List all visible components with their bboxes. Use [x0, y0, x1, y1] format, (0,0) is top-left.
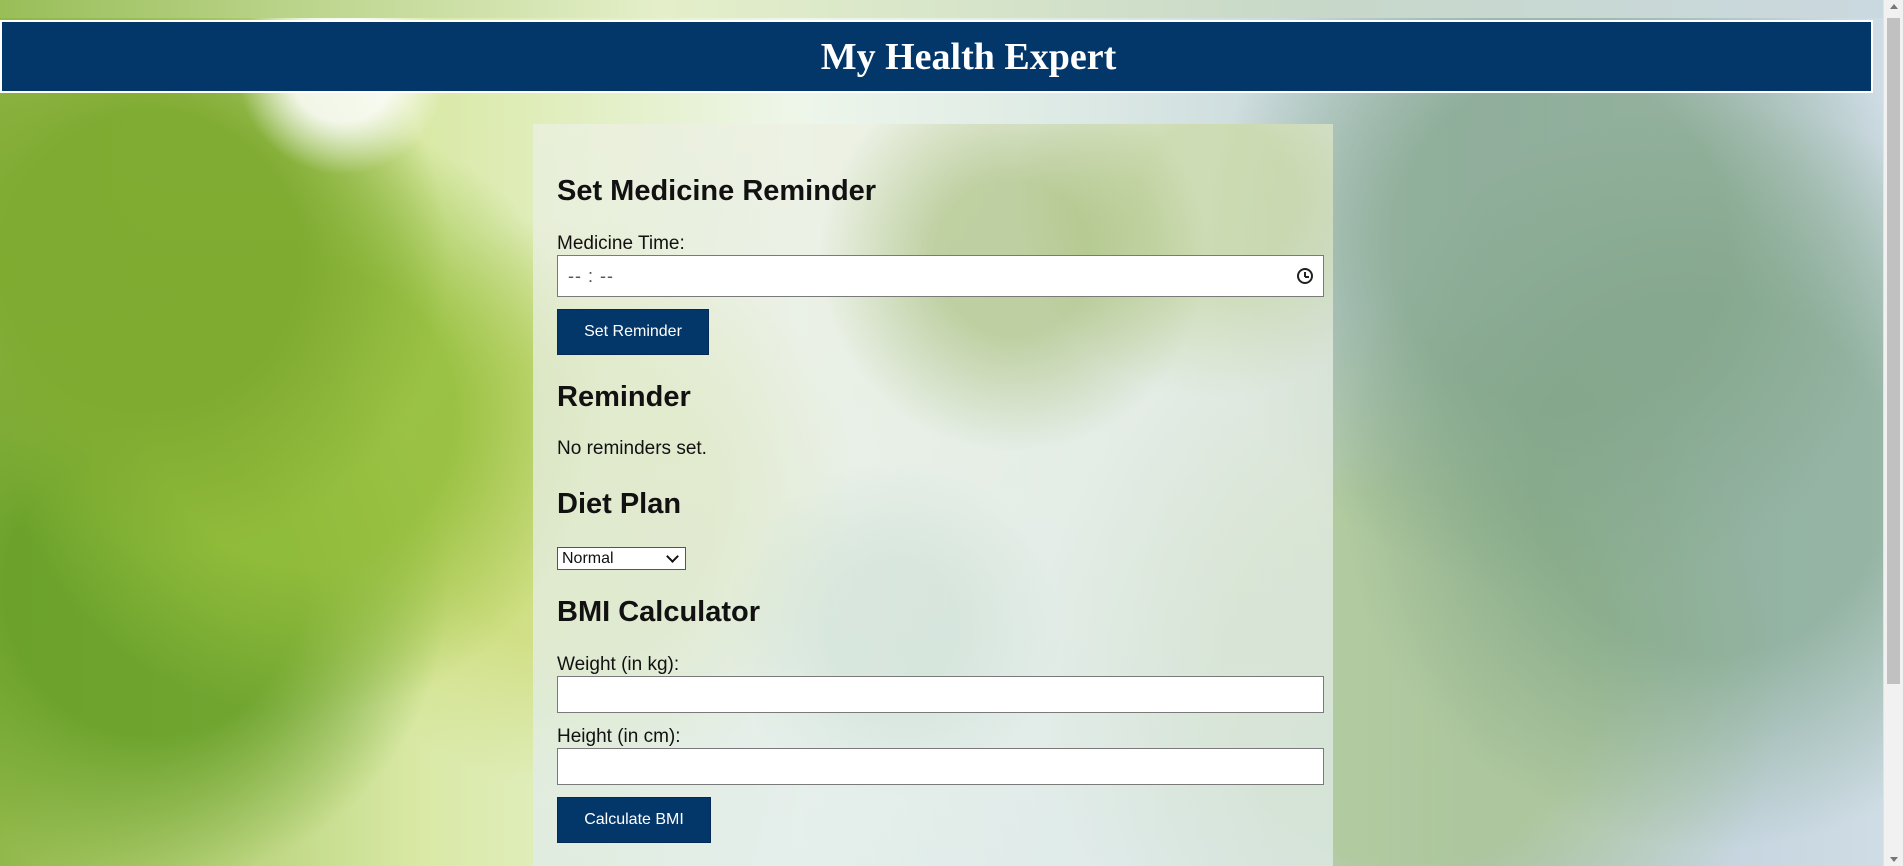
- diet-plan-selected-option: Normal: [562, 549, 614, 567]
- height-label: Height (in cm):: [557, 726, 681, 747]
- bmi-calculator-heading: BMI Calculator: [557, 596, 761, 628]
- medicine-time-input[interactable]: -- : --: [557, 255, 1324, 297]
- diet-plan-heading: Diet Plan: [557, 488, 682, 520]
- vertical-scrollbar[interactable]: [1883, 0, 1903, 866]
- chevron-up-icon[interactable]: [1890, 4, 1898, 9]
- weight-input[interactable]: [557, 676, 1324, 713]
- chevron-down-icon[interactable]: [1890, 857, 1898, 862]
- diet-plan-select[interactable]: Normal: [557, 547, 686, 570]
- height-input[interactable]: [557, 748, 1324, 785]
- app-title: My Health Expert: [820, 35, 1117, 78]
- clock-icon[interactable]: [1297, 268, 1313, 284]
- scrollbar-thumb[interactable]: [1887, 18, 1900, 684]
- reminder-heading: Reminder: [557, 381, 691, 413]
- medicine-time-label: Medicine Time:: [557, 233, 685, 254]
- reminder-status-text: No reminders set.: [557, 438, 707, 459]
- calculate-bmi-button[interactable]: Calculate BMI: [557, 797, 711, 843]
- app-header: My Health Expert: [0, 20, 1873, 93]
- main-content: Set Medicine Reminder Medicine Time: -- …: [557, 174, 1324, 843]
- weight-label: Weight (in kg):: [557, 654, 680, 675]
- medicine-time-value: -- : --: [568, 265, 614, 286]
- top-background-strip: [0, 0, 1883, 18]
- chevron-down-icon: [666, 550, 679, 563]
- medicine-reminder-heading: Set Medicine Reminder: [557, 175, 877, 207]
- set-reminder-button[interactable]: Set Reminder: [557, 309, 709, 355]
